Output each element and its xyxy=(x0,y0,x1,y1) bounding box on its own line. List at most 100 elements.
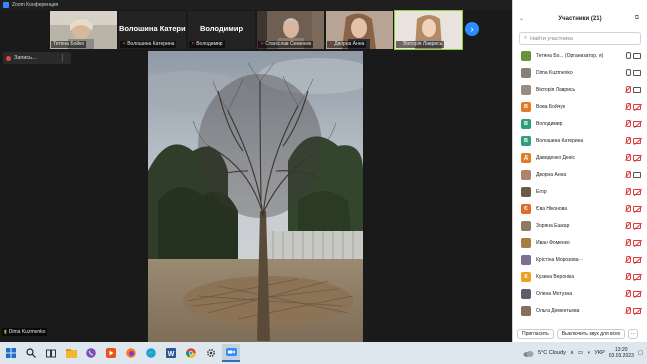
avatar xyxy=(521,220,531,231)
window-title: Zoom Конференция xyxy=(12,2,59,8)
volume-icon[interactable]: ◖ xyxy=(587,350,590,356)
mic-muted-icon xyxy=(624,86,631,93)
participant-row[interactable]: Зоряна Ешкар xyxy=(513,217,647,234)
zoom-taskbar-button[interactable] xyxy=(222,344,240,362)
avatar: В xyxy=(521,118,531,129)
record-dot-icon xyxy=(6,55,11,61)
network-icon[interactable]: ▭ xyxy=(578,350,583,356)
mic-icon xyxy=(624,69,631,76)
windows-logo-icon xyxy=(6,348,16,358)
gallery-tile[interactable]: ✕ Вікторія Лаврись xyxy=(394,10,463,50)
settings-button[interactable] xyxy=(202,344,220,362)
file-explorer-button[interactable] xyxy=(62,344,80,362)
participant-row[interactable]: Є Єва Ніконова xyxy=(513,200,647,217)
camera-off-icon xyxy=(633,104,641,110)
mic-muted-icon xyxy=(624,137,631,144)
participant-status xyxy=(624,120,641,127)
participant-row[interactable]: Dima Kuzmenko xyxy=(513,64,647,81)
camera-off-icon xyxy=(633,206,641,212)
participant-label: ✕ Володимир xyxy=(189,41,225,48)
viber-button[interactable] xyxy=(82,344,100,362)
participant-label: ✕ Станіслав Семенюк xyxy=(258,41,314,48)
firefox-button[interactable] xyxy=(122,344,140,362)
camera-off-icon xyxy=(633,138,641,144)
participant-name: Кузина Вероніка xyxy=(536,273,575,280)
participant-search-input[interactable]: ⌕ Найти участника xyxy=(519,32,641,45)
camera-off-icon xyxy=(633,223,641,229)
participant-row[interactable]: Иван Фоменко xyxy=(513,234,647,251)
participant-status xyxy=(624,86,641,93)
participant-status xyxy=(624,137,641,144)
media-player-button[interactable] xyxy=(102,344,120,362)
camera-icon xyxy=(633,87,641,93)
mic-muted-icon xyxy=(624,205,631,212)
participant-name: Егор xyxy=(536,188,547,195)
participant-row[interactable]: Тетяна Бо... (Организатор, я) xyxy=(513,47,647,64)
gallery-next-button[interactable]: › xyxy=(465,22,479,36)
participant-row[interactable]: В Волошина Катерина xyxy=(513,132,647,149)
language-indicator[interactable]: УКР xyxy=(594,350,604,356)
participant-name: Крістіна Морозова⋯ xyxy=(536,256,584,263)
audio-level-icon: ▮ xyxy=(4,329,7,335)
divider xyxy=(62,54,63,62)
camera-off-icon xyxy=(633,155,641,161)
invite-button[interactable]: Пригласить xyxy=(517,329,554,339)
chrome-icon xyxy=(186,348,196,358)
folder-icon xyxy=(65,348,77,358)
clock[interactable]: 13:20 03.03.2023 xyxy=(609,347,634,359)
participant-row[interactable]: В Вова Бойчук xyxy=(513,98,647,115)
participant-name: Dima Kuzmenko xyxy=(536,69,573,76)
participants-title: Участники (21) xyxy=(558,16,602,22)
avatar xyxy=(521,305,531,316)
camera-icon xyxy=(633,172,641,178)
gallery-tile[interactable]: ✕ Дворна Анна xyxy=(326,11,393,49)
gallery-tile[interactable]: Волошина Катерина ✕ Волошина Катерина xyxy=(119,11,186,49)
task-view-icon xyxy=(46,349,56,357)
participant-row[interactable]: Олена Мотузна xyxy=(513,285,647,302)
participant-row[interactable]: Егор xyxy=(513,183,647,200)
participant-row[interactable]: Крістіна Морозова⋯ xyxy=(513,251,647,268)
tray-overflow-chevron-icon[interactable]: ∧ xyxy=(570,350,574,356)
search-icon: ⌕ xyxy=(524,35,528,41)
edge-button[interactable] xyxy=(142,344,160,362)
participant-name: Володимир xyxy=(536,120,563,127)
participant-name-display: Володимир xyxy=(199,24,244,33)
camera-icon xyxy=(633,70,641,76)
participant-label: ✕ Волошина Катерина xyxy=(120,41,177,48)
camera-off-icon xyxy=(633,274,641,280)
notifications-icon[interactable]: ▢ xyxy=(638,350,643,356)
popout-icon[interactable]: ⧉ xyxy=(635,15,639,22)
recording-indicator[interactable]: Запись... xyxy=(3,52,71,64)
gallery-tile[interactable]: Володимир ✕ Володимир xyxy=(188,11,255,49)
participant-status xyxy=(624,103,641,110)
word-button[interactable]: W xyxy=(162,344,180,362)
zoom-camera-icon xyxy=(225,348,237,356)
weather-cloud-icon xyxy=(523,350,534,357)
participant-status xyxy=(624,273,641,280)
viber-icon xyxy=(86,348,96,358)
start-button[interactable] xyxy=(2,344,20,362)
mute-all-button[interactable]: Выключить звук для всех xyxy=(556,329,626,339)
participant-row[interactable]: В Володимир xyxy=(513,115,647,132)
participant-row[interactable]: Вікторія Лаврись xyxy=(513,81,647,98)
participant-row[interactable]: Ольга Дементьева xyxy=(513,302,647,319)
gallery-tile[interactable]: Тетяна Бойко xyxy=(50,11,117,49)
participant-status xyxy=(624,171,641,178)
participant-status xyxy=(624,239,641,246)
search-taskbar-button[interactable] xyxy=(22,344,40,362)
participant-row[interactable]: Дворна Анна xyxy=(513,166,647,183)
participant-row[interactable]: Д Давиденко Деніс xyxy=(513,149,647,166)
task-view-button[interactable] xyxy=(42,344,60,362)
gallery-tile[interactable]: ✕ Станіслав Семенюк xyxy=(257,11,324,49)
chrome-button[interactable] xyxy=(182,344,200,362)
participant-row[interactable]: К Кузина Вероніка xyxy=(513,268,647,285)
more-options-button[interactable]: ··· xyxy=(628,329,639,339)
system-tray: 5°C Cloudy ∧ ▭ ◖ УКР 13:20 03.03.2023 ▢ xyxy=(523,342,643,364)
participant-list: Тетяна Бо... (Организатор, я) Dima Kuzmen… xyxy=(513,47,647,319)
screen: Zoom Конференция Тетяна Бойко Волошина К… xyxy=(0,0,647,364)
camera-off-icon xyxy=(633,121,641,127)
participant-name: Волошина Катерина xyxy=(536,137,584,144)
avatar: Д xyxy=(521,152,531,163)
participant-status xyxy=(624,205,641,212)
weather-text[interactable]: 5°C Cloudy xyxy=(538,350,566,356)
